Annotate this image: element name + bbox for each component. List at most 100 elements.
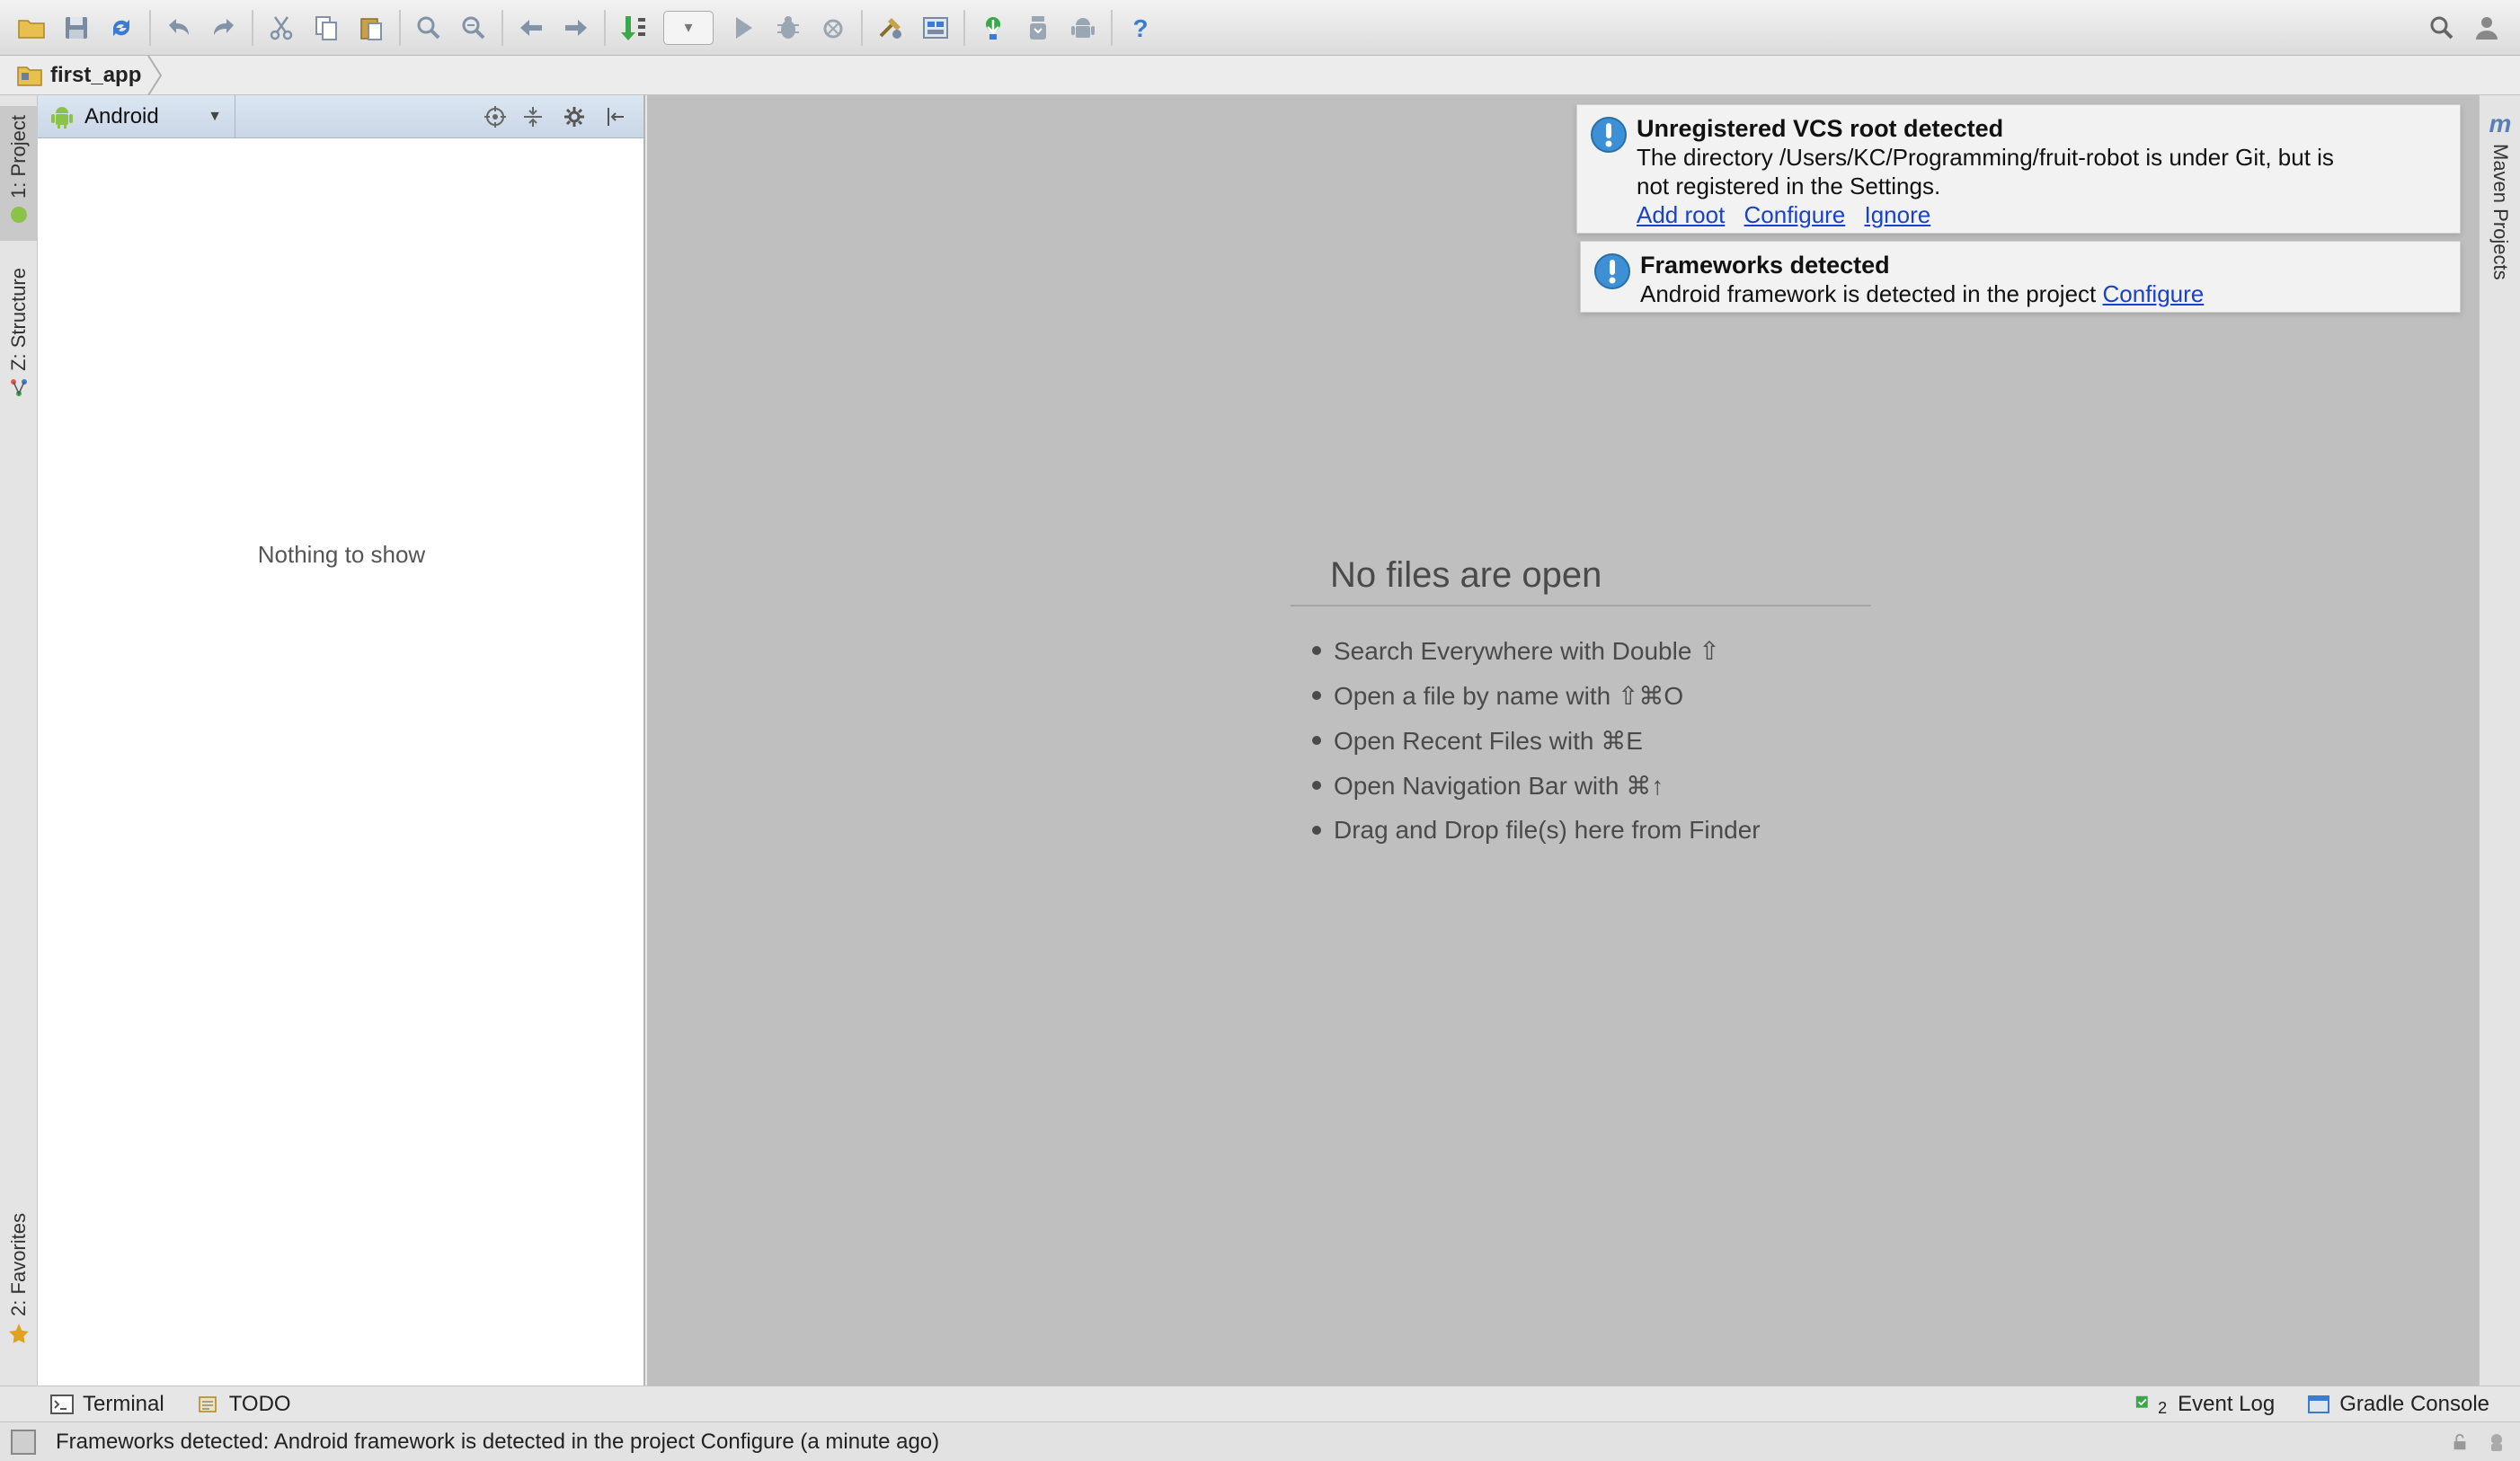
- list-item: Open Navigation Bar with ⌘↑: [1312, 763, 1871, 808]
- tab-maven-projects-label: Maven Projects: [2489, 144, 2512, 280]
- undo-icon[interactable]: [156, 5, 201, 50]
- sync-icon[interactable]: [99, 5, 144, 50]
- search-everywhere-icon[interactable]: [2419, 5, 2464, 50]
- editor-area[interactable]: No files are open Search Everywhere with…: [647, 95, 2479, 1386]
- make-project-icon[interactable]: [611, 5, 656, 50]
- right-tool-stripe: m Maven Projects: [2479, 95, 2520, 1386]
- tab-terminal[interactable]: Terminal: [41, 1386, 173, 1422]
- ignore-link[interactable]: Ignore: [1865, 201, 1931, 228]
- redo-icon[interactable]: [201, 5, 246, 50]
- toolbar-separator: [604, 9, 606, 46]
- forward-icon[interactable]: [554, 5, 599, 50]
- gradle-console-icon: [2308, 1395, 2330, 1413]
- structure-icon: [11, 378, 27, 396]
- run-config-combo[interactable]: ▾: [663, 10, 714, 45]
- scroll-from-source-icon[interactable]: [476, 99, 514, 135]
- collapse-all-icon[interactable]: [514, 99, 552, 135]
- tab-todo[interactable]: TODO: [188, 1386, 300, 1422]
- gear-icon[interactable]: [552, 99, 597, 135]
- tab-project-label: 1: Project: [7, 115, 30, 199]
- tab-terminal-label: Terminal: [83, 1391, 164, 1416]
- status-bar: Frameworks detected: Android framework i…: [0, 1421, 2520, 1461]
- bottom-tool-stripe: Terminal TODO 2 Event Log Gradle Console: [0, 1386, 2520, 1421]
- tab-gradle-console[interactable]: Gradle Console: [2298, 1386, 2498, 1422]
- paste-icon[interactable]: [349, 5, 394, 50]
- project-view-selector[interactable]: Android ▼: [38, 94, 235, 138]
- toolbar-separator: [149, 9, 151, 46]
- tab-gradle-console-label: Gradle Console: [2339, 1391, 2489, 1416]
- vcs-notification-body-line1: The directory /Users/KC/Programming/frui…: [1637, 144, 2334, 171]
- bullet-icon: [1312, 781, 1321, 790]
- find-icon[interactable]: [406, 5, 451, 50]
- project-structure-icon[interactable]: [868, 5, 913, 50]
- bottom-tools-right: 2 Event Log Gradle Console: [2111, 1386, 2520, 1422]
- android-device-monitor-icon[interactable]: [1016, 5, 1060, 50]
- avd-manager-icon[interactable]: [971, 5, 1016, 50]
- tab-favorites[interactable]: 2: Favorites: [0, 1213, 38, 1375]
- navigation-bar: first_app: [0, 55, 2520, 95]
- project-panel-tools: [476, 99, 643, 135]
- main-toolbar: ▾ ?: [0, 0, 2520, 56]
- toggle-tool-windows-icon[interactable]: [11, 1429, 36, 1455]
- tab-event-log-label: Event Log: [2178, 1391, 2276, 1416]
- hint-text: Open Navigation Bar with ⌘↑: [1334, 771, 1664, 800]
- android-robot-icon[interactable]: [1060, 5, 1105, 50]
- status-right-group: [2450, 1431, 2520, 1453]
- project-folder-icon: [17, 66, 42, 86]
- toolbar-right-group: [2419, 5, 2520, 50]
- vcs-notification[interactable]: Unregistered VCS root detected The direc…: [1576, 104, 2461, 234]
- frameworks-notification-text: Android framework is detected in the pro…: [1640, 280, 2097, 307]
- vcs-notification-links: Add root Configure Ignore: [1637, 200, 2444, 229]
- bullet-icon: [1312, 691, 1321, 700]
- attach-debugger-icon[interactable]: [811, 5, 856, 50]
- breadcrumb-project[interactable]: first_app: [16, 63, 141, 88]
- copy-icon[interactable]: [304, 5, 349, 50]
- info-icon: [1594, 253, 1630, 289]
- android-project-icon: [11, 206, 27, 223]
- hide-panel-icon[interactable]: [597, 99, 634, 135]
- save-icon[interactable]: [54, 5, 99, 50]
- project-panel-header: Android ▼: [38, 94, 643, 138]
- user-icon[interactable]: [2464, 5, 2509, 50]
- list-item: Drag and Drop file(s) here from Finder: [1312, 808, 1871, 853]
- frameworks-notification[interactable]: Frameworks detected Android framework is…: [1580, 241, 2461, 313]
- editor-hints-list: Search Everywhere with Double ⇧ Open a f…: [1291, 628, 1871, 853]
- status-message[interactable]: Frameworks detected: Android framework i…: [56, 1430, 939, 1455]
- maven-icon: m: [2489, 110, 2512, 137]
- back-icon[interactable]: [509, 5, 554, 50]
- ide-window: ▾ ? first_app 1: Project Z: Structure 2:…: [0, 0, 2520, 1461]
- vcs-notification-body-line2: not registered in the Settings.: [1637, 173, 1941, 199]
- configure-frameworks-link[interactable]: Configure: [2103, 280, 2205, 307]
- vcs-notification-title: Unregistered VCS root detected: [1637, 115, 2004, 142]
- no-files-panel: No files are open Search Everywhere with…: [1291, 555, 1871, 853]
- replace-icon[interactable]: [451, 5, 496, 50]
- tab-project[interactable]: 1: Project: [0, 106, 38, 241]
- bullet-icon: [1312, 736, 1321, 745]
- frameworks-notification-title: Frameworks detected: [1640, 252, 1890, 279]
- sdk-manager-icon[interactable]: [913, 5, 958, 50]
- lock-icon[interactable]: [2450, 1432, 2470, 1452]
- empty-project-message: Nothing to show: [257, 541, 426, 568]
- list-item: Open a file by name with ⇧⌘O: [1312, 673, 1871, 718]
- configure-vcs-link[interactable]: Configure: [1744, 201, 1846, 228]
- debug-icon[interactable]: [766, 5, 811, 50]
- hint-text: Open Recent Files with ⌘E: [1334, 726, 1643, 755]
- tab-event-log[interactable]: 2 Event Log: [2125, 1386, 2284, 1422]
- left-tool-stripe: 1: Project Z: Structure 2: Favorites: [0, 95, 38, 1386]
- cut-icon[interactable]: [259, 5, 304, 50]
- toolbar-separator: [399, 9, 401, 46]
- add-root-link[interactable]: Add root: [1637, 201, 1725, 228]
- event-log-icon: [2135, 1395, 2148, 1408]
- terminal-icon: [50, 1394, 74, 1414]
- toolbar-separator: [1111, 9, 1113, 46]
- toolbar-separator: [501, 9, 503, 46]
- help-icon[interactable]: ?: [1118, 5, 1163, 50]
- open-folder-icon[interactable]: [9, 5, 54, 50]
- tab-structure[interactable]: Z: Structure: [0, 268, 38, 429]
- inspector-icon[interactable]: [2486, 1431, 2507, 1453]
- list-item: Search Everywhere with Double ⇧: [1312, 628, 1871, 673]
- svg-text:?: ?: [1132, 14, 1148, 42]
- bullet-icon: [1312, 646, 1321, 655]
- tab-maven-projects[interactable]: m Maven Projects: [2480, 110, 2520, 280]
- run-icon[interactable]: [721, 5, 766, 50]
